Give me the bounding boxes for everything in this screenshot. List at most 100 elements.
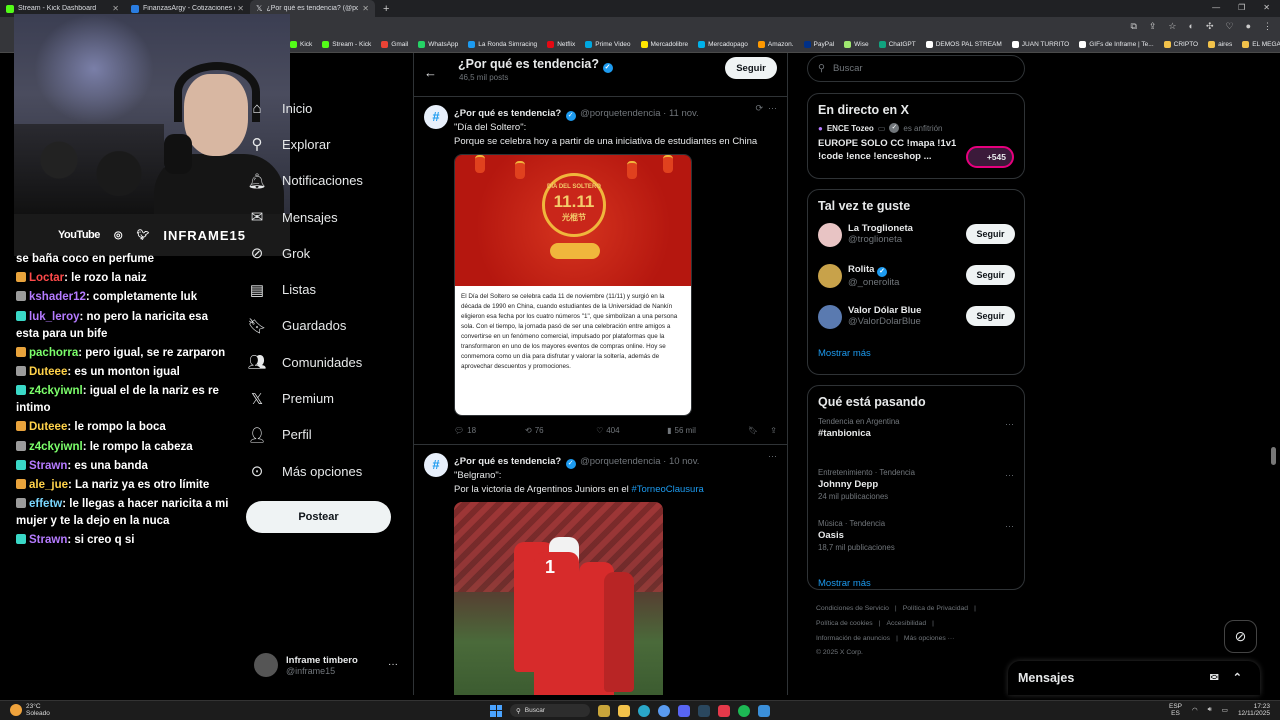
nav-messages[interactable]: ✉ Mensajes <box>246 199 406 235</box>
post-avatar-hash-icon[interactable]: # <box>424 453 448 477</box>
post-author[interactable]: ¿Por qué es tendencia? <box>454 108 561 119</box>
chat-username[interactable]: kshader12 <box>29 291 86 303</box>
suggested-user[interactable]: La Troglioneta @troglioneta Seguir <box>808 219 1024 260</box>
extension-icon[interactable]: ◐ <box>1189 21 1194 32</box>
footer-link[interactable]: Accesibilidad <box>886 620 926 627</box>
edge-icon[interactable] <box>638 704 650 717</box>
app-icon[interactable] <box>718 704 730 717</box>
nav-explore[interactable]: ⚲ Explorar <box>246 126 406 162</box>
more-dots-icon[interactable]: ··· <box>768 451 777 461</box>
bookmark-item[interactable]: Kick <box>290 41 312 48</box>
weather-widget[interactable]: 23°C Soleado <box>10 703 50 717</box>
post[interactable]: # ··· ¿Por qué es tendencia? ✓ @porquete… <box>414 445 787 695</box>
expand-chevron-icon[interactable]: ⌃ <box>1233 671 1242 684</box>
chat-username[interactable]: Strawn <box>29 534 67 546</box>
hashtag-link[interactable]: #TorneoClausura <box>631 484 703 495</box>
bookmark-item[interactable]: Prime Video <box>585 41 631 48</box>
follow-button[interactable]: Seguir <box>966 265 1015 285</box>
new-tab-button[interactable]: + <box>383 3 389 15</box>
bookmark-item[interactable]: aires <box>1208 41 1232 48</box>
chat-username[interactable]: z4ckyiwnl <box>29 441 83 453</box>
messages-drawer[interactable]: Mensajes ✉ ⌃ <box>1008 661 1260 695</box>
discord-icon[interactable] <box>678 704 690 717</box>
bookmark-item[interactable]: GIFs de Inframe | Te... <box>1079 41 1154 48</box>
bookmark-item[interactable]: JUAN TURRITO <box>1011 41 1069 48</box>
taskbar-search[interactable]: ⚲ Buscar <box>510 704 590 717</box>
search-input[interactable]: ⚲ Buscar <box>807 55 1025 82</box>
bookmark-item[interactable]: Gmail <box>381 41 408 48</box>
page-scrollbar[interactable] <box>1271 447 1276 465</box>
reply-button[interactable]: 💬︎ 18 <box>454 426 525 435</box>
nav-more[interactable]: ⊙ Más opciones <box>246 453 406 489</box>
share-icon[interactable]: ⇪ <box>770 426 777 435</box>
live-host[interactable]: ● ENCE Tozeo ▭ ✓ es anfitrión <box>808 123 1024 133</box>
more-dots-icon[interactable]: ··· <box>1005 521 1014 531</box>
star-icon[interactable]: ☆ <box>1168 21 1176 32</box>
more-dots-icon[interactable]: ··· <box>1005 419 1014 429</box>
bookmark-item[interactable]: ChatGPT <box>878 41 916 48</box>
app-icon[interactable] <box>758 704 770 717</box>
post-handle-date[interactable]: @porquetendencia · 10 nov. <box>580 456 699 467</box>
bookmark-item[interactable]: Stream - Kick <box>322 41 371 48</box>
suggested-user[interactable]: Rolita ✓ @_onerolita Seguir <box>808 260 1024 301</box>
follow-button[interactable]: Seguir <box>966 224 1015 244</box>
grok-button-icon[interactable]: ⊘ <box>1224 620 1257 653</box>
profile-icon[interactable]: ● <box>1246 21 1251 32</box>
trend-item[interactable]: Entretenimiento · Tendencia Johnny Depp 24… <box>808 466 1024 517</box>
post-image[interactable]: DÍA DEL SOLTERO 11.11 光棍节 El Día del Sol… <box>454 154 692 416</box>
language[interactable]: ESP <box>1169 703 1182 710</box>
chrome-icon[interactable] <box>658 704 670 717</box>
chat-username[interactable]: Strawn <box>29 460 67 472</box>
bookmark-item[interactable]: Mercadopago <box>698 41 748 48</box>
footer-link[interactable]: Política de cookies <box>816 620 873 627</box>
footer-link[interactable]: Política de Privacidad <box>903 605 968 612</box>
like-button[interactable]: ♡ 404 <box>596 426 667 435</box>
share-icon[interactable]: ⇪ <box>1149 21 1157 32</box>
close-tab-icon[interactable]: ✕ <box>362 4 369 13</box>
show-more-link[interactable]: Mostrar más <box>808 342 1024 371</box>
nav-home[interactable]: ⌂ Inicio <box>246 90 406 126</box>
more-dots-icon[interactable]: ··· <box>1005 470 1014 480</box>
wifi-icon[interactable]: ◠ <box>1192 706 1198 714</box>
repost-button[interactable]: ⟲ 76 <box>525 426 596 435</box>
post-author[interactable]: ¿Por qué es tendencia? <box>454 456 561 467</box>
listener-count[interactable]: +545 <box>966 146 1014 168</box>
bookmark-icon[interactable]: 🔖︎ <box>748 426 758 435</box>
chat-username[interactable]: effetw <box>29 498 62 510</box>
post-button[interactable]: Postear <box>246 501 391 533</box>
chat-username[interactable]: luk_leroy <box>29 311 80 323</box>
bookmark-item[interactable]: Mercadolibre <box>640 41 688 48</box>
puzzle-icon[interactable]: ✣ <box>1206 21 1214 32</box>
more-dots-icon[interactable]: ··· <box>388 659 398 670</box>
post-handle-date[interactable]: @porquetendencia · 11 nov. <box>580 108 699 119</box>
close-window-icon[interactable]: ✕ <box>1263 3 1270 12</box>
show-more-link[interactable]: Mostrar más <box>808 568 1024 601</box>
grok-icon[interactable]: ⟳ <box>755 103 763 113</box>
close-tab-icon[interactable]: ✕ <box>112 4 119 13</box>
folder-icon[interactable] <box>618 704 630 717</box>
footer-link[interactable]: Condiciones de Servicio <box>816 605 889 612</box>
close-tab-icon[interactable]: ✕ <box>237 4 244 13</box>
bookmark-item[interactable]: La Ronda Simracing <box>468 41 537 48</box>
nav-bookmarks[interactable]: 🔖︎ Guardados <box>246 308 406 344</box>
live-stream-title[interactable]: EUROPE SOLO CC !mapa !1v1 !code !ence !e… <box>808 133 968 167</box>
suggested-user[interactable]: Valor Dólar Blue @ValorDolarBlue Seguir <box>808 301 1024 342</box>
bookmark-item[interactable]: CRIPTO <box>1163 41 1198 48</box>
windows-start-icon[interactable] <box>490 704 502 717</box>
widget-app-icon[interactable] <box>598 704 610 717</box>
bookmark-item[interactable]: PayPal <box>803 41 834 48</box>
keyboard-layout[interactable]: ES <box>1169 710 1182 717</box>
nav-grok[interactable]: ⊘ Grok <box>246 235 406 271</box>
new-message-icon[interactable]: ✉ <box>1210 671 1219 684</box>
menu-icon[interactable]: ⋮ <box>1263 21 1272 32</box>
battery-icon[interactable]: ▭ <box>1222 706 1228 714</box>
bookmark-item[interactable]: DEMOS PAL STREAM <box>925 41 1002 48</box>
more-dots-icon[interactable]: ··· <box>768 103 777 113</box>
account-switcher[interactable]: Inframe timbero @inframe15 ··· <box>254 653 398 677</box>
minimize-icon[interactable]: — <box>1212 3 1220 12</box>
bookmark-icon[interactable]: ♡ <box>1225 21 1233 32</box>
bookmark-item[interactable]: Netflix <box>547 41 575 48</box>
nav-notifications[interactable]: 🔔︎ Notificaciones <box>246 163 406 199</box>
nav-communities[interactable]: 👥︎ Comunidades <box>246 344 406 380</box>
nav-premium[interactable]: 𝕏 Premium <box>246 380 406 416</box>
